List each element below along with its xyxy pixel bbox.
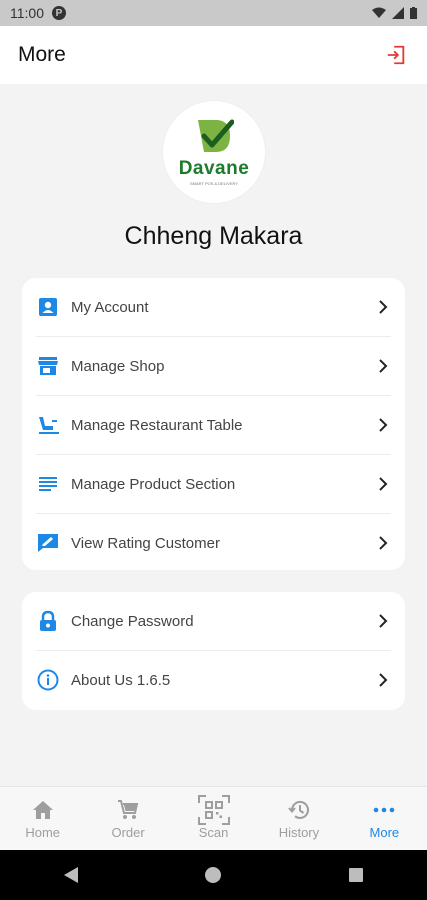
- menu-item-label: About Us 1.6.5: [71, 671, 171, 689]
- davane-logo-mark: [198, 119, 234, 152]
- app-header: More: [0, 26, 427, 84]
- logo-tagline: SMART POS & DELIVERY: [189, 181, 239, 186]
- nav-more[interactable]: More: [342, 787, 427, 850]
- nav-label: Order: [111, 825, 145, 840]
- nav-label: Scan: [198, 825, 229, 840]
- status-time: 11:00: [10, 5, 44, 21]
- chevron-right-icon: [379, 477, 388, 491]
- seat-icon: [39, 417, 59, 434]
- cart-icon: [118, 800, 139, 819]
- logo-brand: Davane: [178, 158, 250, 179]
- menu-item-label: Change Password: [71, 612, 194, 630]
- chevron-right-icon: [379, 536, 388, 550]
- chevron-right-icon: [379, 359, 388, 373]
- menu-item-manage-product-section[interactable]: Manage Product Section: [36, 455, 391, 514]
- menu-item-manage-shop[interactable]: Manage Shop: [36, 337, 391, 396]
- rating-icon: [38, 534, 58, 552]
- account-icon: [39, 298, 57, 316]
- menu-item-label: Manage Shop: [71, 357, 165, 375]
- menu-item-about-us[interactable]: About Us 1.6.5: [36, 651, 391, 709]
- nav-home[interactable]: Home: [0, 787, 85, 850]
- history-icon: [288, 801, 309, 819]
- nav-label: More: [369, 825, 400, 840]
- home-circle-icon[interactable]: [204, 866, 222, 884]
- recents-icon[interactable]: [348, 867, 364, 883]
- shop-icon: [38, 357, 58, 375]
- bottom-navigation: Home Order Scan History More: [0, 786, 427, 850]
- nav-scan[interactable]: Scan: [171, 787, 256, 850]
- home-icon: [32, 801, 53, 819]
- page-title: More: [18, 43, 66, 66]
- menu-item-manage-restaurant-table[interactable]: Manage Restaurant Table: [36, 396, 391, 455]
- signal-icon: [392, 7, 404, 19]
- system-navigation-bar: [0, 850, 427, 900]
- qr-scan-icon: [197, 795, 230, 825]
- wifi-icon: [372, 7, 386, 18]
- logout-icon: [387, 45, 405, 65]
- logout-button[interactable]: [383, 42, 409, 68]
- chevron-right-icon: [379, 614, 388, 628]
- more-icon: [374, 807, 395, 813]
- menu-card-main: My Account Manage Shop Manage Restaurant…: [22, 278, 405, 570]
- nav-label: Home: [25, 825, 61, 840]
- back-icon[interactable]: [63, 866, 79, 884]
- info-icon: [37, 669, 59, 691]
- battery-icon: [410, 7, 417, 19]
- lock-icon: [40, 610, 56, 631]
- chevron-right-icon: [379, 300, 388, 314]
- nav-history[interactable]: History: [256, 787, 341, 850]
- menu-card-secondary: Change Password About Us 1.6.5: [22, 592, 405, 710]
- menu-item-label: View Rating Customer: [71, 534, 220, 552]
- nav-order[interactable]: Order: [85, 787, 170, 850]
- nav-label: History: [278, 825, 320, 840]
- user-name: Chheng Makara: [124, 222, 303, 250]
- chevron-right-icon: [379, 418, 388, 432]
- status-icons: [372, 7, 417, 19]
- menu-item-my-account[interactable]: My Account: [36, 278, 391, 337]
- notification-badge: P: [52, 6, 66, 20]
- chevron-right-icon: [379, 673, 388, 687]
- status-bar: 11:00 P: [0, 0, 427, 26]
- menu-item-label: My Account: [71, 298, 149, 316]
- menu-item-view-rating-customer[interactable]: View Rating Customer: [36, 514, 391, 572]
- menu-item-change-password[interactable]: Change Password: [36, 592, 391, 651]
- list-icon: [39, 477, 57, 491]
- menu-item-label: Manage Restaurant Table: [71, 416, 243, 434]
- menu-item-label: Manage Product Section: [71, 475, 236, 493]
- company-logo: Davane SMART POS & DELIVERY: [163, 101, 265, 203]
